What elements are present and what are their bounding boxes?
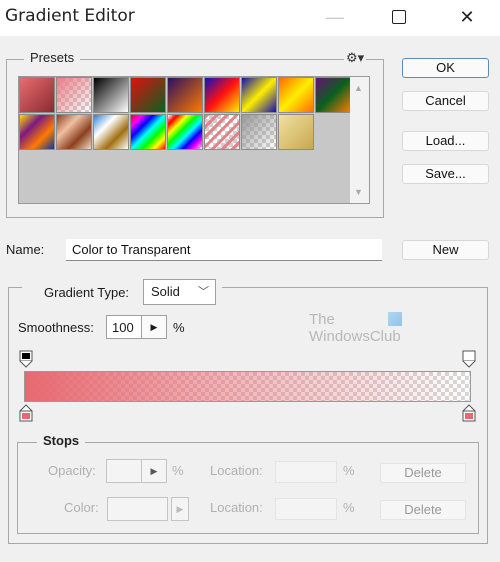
cancel-button[interactable]: Cancel xyxy=(402,91,489,111)
name-input[interactable] xyxy=(66,239,382,261)
opacity-unit: % xyxy=(172,463,184,478)
color-label: Color: xyxy=(64,500,99,515)
presets-label: Presets xyxy=(24,50,81,65)
preset-swatch-yellow-violet-orange-blue[interactable] xyxy=(19,114,55,150)
triangle-right-icon: ▶ xyxy=(150,322,158,332)
preset-swatch-transparent-rainbow[interactable] xyxy=(167,114,203,150)
preset-swatch-neutral-density[interactable] xyxy=(241,114,277,150)
presets-settings-button[interactable]: ⚙▾ xyxy=(344,50,367,66)
presets-scrollbar[interactable]: ▲ ▼ xyxy=(350,77,369,203)
load-button[interactable]: Load... xyxy=(402,131,489,151)
maximize-button[interactable] xyxy=(376,0,422,34)
minimize-icon: — xyxy=(326,6,344,27)
watermark-logo-icon xyxy=(388,312,402,326)
opacity-location-input[interactable] xyxy=(275,461,337,483)
preset-swatch-chrome[interactable] xyxy=(93,114,129,150)
preset-swatch-gold[interactable] xyxy=(278,114,314,150)
color-location-label: Location: xyxy=(210,500,263,515)
close-icon: ✕ xyxy=(459,6,475,27)
close-button[interactable]: ✕ xyxy=(444,0,490,34)
new-button[interactable]: New xyxy=(402,240,489,260)
stops-group xyxy=(17,442,479,534)
preset-swatch-foreground-to-transparent[interactable] xyxy=(56,77,92,113)
watermark-line2: WindowsClub xyxy=(309,328,401,345)
opacity-input[interactable] xyxy=(106,459,142,483)
ok-button[interactable]: OK xyxy=(402,58,489,78)
smoothness-input[interactable]: 100 xyxy=(106,315,142,339)
preset-swatch-blue-yellow-blue[interactable] xyxy=(241,77,277,113)
color-swatch-input[interactable] xyxy=(107,497,168,521)
triangle-right-icon: ▶ xyxy=(150,466,158,476)
preset-swatch-red-green[interactable] xyxy=(130,77,166,113)
preset-swatch-spectrum[interactable] xyxy=(130,114,166,150)
smoothness-unit: % xyxy=(173,320,185,335)
window-title: Gradient Editor xyxy=(5,6,135,26)
color-location-input[interactable] xyxy=(275,498,337,520)
watermark: The WindowsClub xyxy=(309,311,401,345)
preset-swatch-transparent-stripes[interactable] xyxy=(204,114,240,150)
gradient-type-value: Solid xyxy=(151,284,180,299)
preset-swatch-foreground-to-background[interactable] xyxy=(19,77,55,113)
opacity-stop-right[interactable] xyxy=(462,350,476,368)
color-stop-left[interactable] xyxy=(19,404,33,422)
delete-opacity-stop-button[interactable]: Delete xyxy=(380,463,466,483)
preset-swatch-orange-yellow-orange[interactable] xyxy=(278,77,314,113)
opacity-location-unit: % xyxy=(343,463,355,478)
preset-swatch-violet-orange[interactable] xyxy=(167,77,203,113)
preset-swatch-black-white[interactable] xyxy=(93,77,129,113)
name-label: Name: xyxy=(6,242,45,257)
triangle-right-icon: ▶ xyxy=(176,504,184,514)
chevron-down-icon: ﹀ xyxy=(198,286,209,298)
gradient-type-label: Gradient Type: xyxy=(44,285,130,300)
minimize-button[interactable]: — xyxy=(312,0,358,34)
color-picker-button[interactable]: ▶ xyxy=(171,497,189,521)
title-bar: Gradient Editor — ✕ xyxy=(0,0,500,36)
preset-swatch-violet-green-orange[interactable] xyxy=(315,77,351,113)
triangle-up-icon[interactable]: ▲ xyxy=(354,83,363,93)
opacity-stop-left[interactable] xyxy=(19,350,33,368)
save-button[interactable]: Save... xyxy=(402,164,489,184)
stops-label: Stops xyxy=(37,433,86,448)
gradient-type-select[interactable]: Solid ﹀ xyxy=(143,279,216,305)
opacity-label: Opacity: xyxy=(48,463,96,478)
presets-swatch-list xyxy=(18,76,370,204)
maximize-icon xyxy=(392,10,406,24)
opacity-slider-button[interactable]: ▶ xyxy=(141,459,167,483)
gear-icon: ⚙▾ xyxy=(346,50,365,65)
preset-swatch-blue-red-yellow[interactable] xyxy=(204,77,240,113)
smoothness-label: Smoothness: xyxy=(18,320,94,335)
gradient-preview-bar[interactable] xyxy=(24,371,471,402)
color-location-unit: % xyxy=(343,500,355,515)
smoothness-slider-button[interactable]: ▶ xyxy=(142,315,167,339)
preset-swatch-copper[interactable] xyxy=(56,114,92,150)
watermark-line1: The xyxy=(309,311,335,328)
color-stop-right[interactable] xyxy=(462,404,476,422)
opacity-location-label: Location: xyxy=(210,463,263,478)
triangle-down-icon[interactable]: ▼ xyxy=(354,187,363,197)
delete-color-stop-button[interactable]: Delete xyxy=(380,500,466,520)
